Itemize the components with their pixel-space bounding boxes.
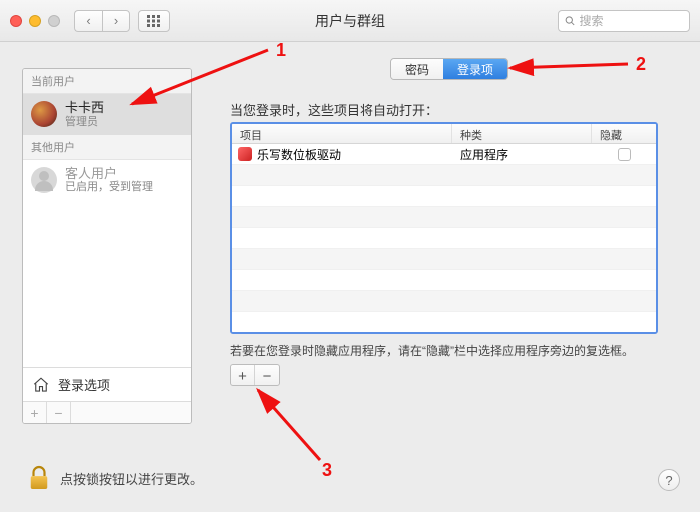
user-status: 已启用，受到管理	[65, 181, 153, 194]
avatar	[31, 101, 57, 127]
search-field[interactable]	[558, 10, 690, 32]
table-row	[232, 270, 656, 291]
table-row	[232, 207, 656, 228]
add-login-item-button[interactable]: +	[231, 365, 255, 386]
sidebar-other-header: 其他用户	[23, 135, 191, 160]
user-role: 管理员	[65, 116, 104, 129]
item-name: 乐写数位板驱动	[257, 146, 341, 163]
search-icon	[565, 15, 576, 27]
login-options-label: 登录选项	[58, 375, 110, 394]
add-user-button[interactable]: +	[23, 402, 47, 424]
login-items-plus-minus: + −	[230, 364, 280, 386]
table-row	[232, 186, 656, 207]
user-name: 卡卡西	[65, 100, 104, 116]
table-row	[232, 249, 656, 270]
user-sidebar: 当前用户 卡卡西 管理员 其他用户 客人用户 已启用，受到管理 登录选项 + −	[22, 68, 192, 424]
sidebar-current-header: 当前用户	[23, 69, 191, 94]
table-row	[232, 165, 656, 186]
table-row	[232, 228, 656, 249]
window-title: 用户与群组	[315, 11, 385, 31]
col-hide[interactable]: 隐藏	[592, 124, 656, 143]
close-icon[interactable]	[10, 15, 22, 27]
lock-icon[interactable]	[28, 465, 50, 491]
annotation-number-3: 3	[322, 460, 332, 481]
user-name: 客人用户	[65, 166, 153, 182]
hide-hint-text: 若要在您登录时隐藏应用程序，请在“隐藏”栏中选择应用程序旁边的复选框。	[230, 342, 634, 359]
search-input[interactable]	[580, 14, 683, 28]
table-row	[232, 312, 656, 333]
table-row[interactable]: 乐写数位板驱动 应用程序	[232, 144, 656, 165]
hide-checkbox[interactable]	[618, 148, 631, 161]
login-options-button[interactable]: 登录选项	[23, 367, 191, 401]
avatar	[31, 167, 57, 193]
house-icon	[32, 376, 50, 394]
login-items-description: 当您登录时，这些项目将自动打开：	[230, 100, 438, 119]
app-icon	[238, 147, 252, 161]
remove-user-button[interactable]: −	[47, 402, 71, 424]
show-all-button[interactable]	[138, 10, 170, 32]
tab-login-items[interactable]: 登录项	[443, 59, 507, 79]
item-kind: 应用程序	[452, 146, 592, 163]
annotation-number-2: 2	[636, 54, 646, 75]
sidebar-user-current[interactable]: 卡卡西 管理员	[23, 94, 191, 135]
table-row	[232, 291, 656, 312]
login-items-table: 项目 种类 隐藏 乐写数位板驱动 应用程序	[230, 122, 658, 334]
help-button[interactable]: ?	[658, 469, 680, 491]
lock-text: 点按锁按钮以进行更改。	[60, 469, 203, 488]
annotation-number-1: 1	[276, 40, 286, 61]
tab-segment: 密码 登录项	[390, 58, 508, 80]
col-kind[interactable]: 种类	[452, 124, 592, 143]
forward-button[interactable]: ›	[102, 10, 130, 32]
zoom-icon[interactable]	[48, 15, 60, 27]
minimize-icon[interactable]	[29, 15, 41, 27]
col-item[interactable]: 项目	[232, 124, 452, 143]
remove-login-item-button[interactable]: −	[255, 365, 279, 386]
tab-password[interactable]: 密码	[391, 59, 443, 79]
sidebar-user-guest[interactable]: 客人用户 已启用，受到管理	[23, 160, 191, 201]
back-button[interactable]: ‹	[74, 10, 102, 32]
